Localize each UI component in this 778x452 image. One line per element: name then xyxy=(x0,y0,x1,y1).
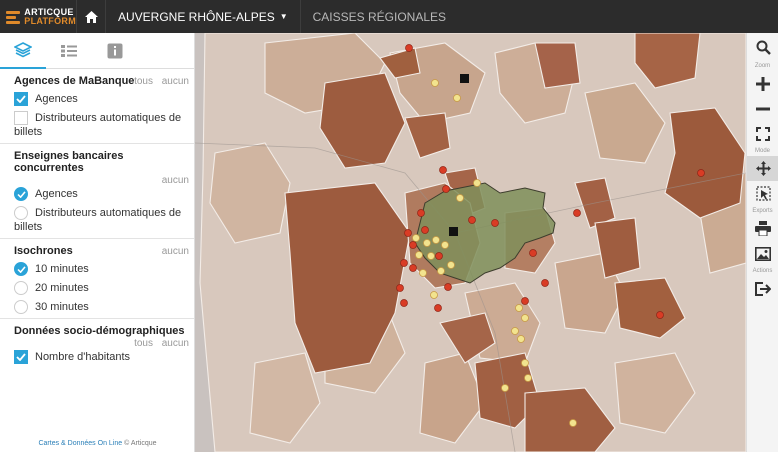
pan-mode-button[interactable] xyxy=(747,156,778,181)
layer-label: 10 minutes xyxy=(35,263,89,275)
layer-item-atms[interactable]: Distributeurs automatiques de billets xyxy=(14,111,189,139)
layer-radio[interactable] xyxy=(14,262,28,276)
plus-icon xyxy=(756,76,770,91)
layer-item-population[interactable]: Nombre d'habitants xyxy=(14,350,189,364)
articque-logo[interactable]: ARTICQUE PLATFORM xyxy=(0,0,76,33)
layer-radio[interactable] xyxy=(14,300,28,314)
tab-layers[interactable] xyxy=(0,33,46,69)
section-agencies: Agences de MaBanque tous aucun Agences D… xyxy=(0,69,194,144)
layer-radio[interactable] xyxy=(14,187,28,201)
select-icon xyxy=(755,186,771,201)
nav-link-regional-banks[interactable]: CAISSES RÉGIONALES xyxy=(301,0,458,33)
layer-label: 30 minutes xyxy=(35,301,89,313)
toolbar-group-mode: Mode xyxy=(754,148,770,154)
section-title: Enseignes bancaires concurrentes xyxy=(14,150,124,174)
layer-item-10-min[interactable]: 10 minutes xyxy=(14,262,189,276)
list-icon xyxy=(61,45,77,57)
toolbar-group-actions: Actions xyxy=(752,268,773,274)
fullscreen-button[interactable] xyxy=(747,121,778,146)
check-icon xyxy=(16,353,26,361)
map-credits: Cartes & Données On Line © Articque xyxy=(0,440,195,447)
expand-icon xyxy=(756,126,770,141)
zoom-in-button[interactable] xyxy=(747,71,778,96)
logo-mark-icon xyxy=(6,8,21,26)
info-icon xyxy=(107,43,123,59)
credits-copyright: © Articque xyxy=(124,440,157,447)
toolbar-group-zoom: Zoom xyxy=(754,63,771,69)
print-icon xyxy=(755,221,771,236)
caret-down-icon: ▼ xyxy=(279,12,288,21)
check-icon xyxy=(16,190,26,198)
select-all-link[interactable]: tous xyxy=(134,76,153,87)
tab-legend[interactable] xyxy=(46,33,92,69)
layer-radio[interactable] xyxy=(14,281,28,295)
export-image-button[interactable] xyxy=(747,241,778,266)
layer-checkbox[interactable] xyxy=(14,92,28,106)
layer-label: Distributeurs automatiques de billets xyxy=(14,112,182,138)
layer-checkbox[interactable] xyxy=(14,350,28,364)
region-dropdown-label: AUVERGNE RHÔNE-ALPES xyxy=(118,9,275,24)
layers-icon xyxy=(14,42,32,58)
layer-label: Distributeurs automatiques de billets xyxy=(14,207,182,233)
image-icon xyxy=(755,246,771,261)
section-demographics: Données socio-démographiques tous aucun … xyxy=(0,319,194,368)
zoom-out-button[interactable] xyxy=(747,96,778,121)
layer-item-30-min[interactable]: 30 minutes xyxy=(14,300,189,314)
section-isochrones: Isochrones aucun 10 minutes 20 minutes 3… xyxy=(0,239,194,319)
tab-info[interactable] xyxy=(92,33,138,69)
top-bar: ARTICQUE PLATFORM AUVERGNE RHÔNE-ALPES ▼… xyxy=(0,0,778,33)
select-none-link[interactable]: aucun xyxy=(162,246,189,257)
section-competitors: Enseignes bancaires concurrentes aucun A… xyxy=(0,144,194,239)
minus-icon xyxy=(756,107,770,110)
print-button[interactable] xyxy=(747,216,778,241)
map-toolbar: Zoom Mode Exports Actions xyxy=(746,33,778,452)
search-icon xyxy=(756,40,771,55)
select-all-link[interactable]: tous xyxy=(134,338,153,349)
exit-icon xyxy=(755,281,771,296)
layer-label: Agences xyxy=(35,93,78,105)
move-icon xyxy=(755,161,771,176)
layer-item-competitor-agencies[interactable]: Agences xyxy=(14,187,189,201)
select-none-link[interactable]: aucun xyxy=(162,76,189,87)
check-icon xyxy=(16,265,26,273)
section-title: Données socio-démographiques xyxy=(14,325,185,337)
select-none-link[interactable]: aucun xyxy=(162,175,189,186)
panel-tabs xyxy=(0,33,194,69)
layer-item-competitor-atms[interactable]: Distributeurs automatiques de billets xyxy=(14,206,189,234)
check-icon xyxy=(16,95,26,103)
exit-button[interactable] xyxy=(747,276,778,301)
region-dropdown[interactable]: AUVERGNE RHÔNE-ALPES ▼ xyxy=(106,0,301,33)
choropleth-map[interactable] xyxy=(195,33,746,452)
layer-label: 20 minutes xyxy=(35,282,89,294)
credits-brand-link[interactable]: Cartes & Données On Line xyxy=(38,440,122,447)
home-button[interactable] xyxy=(76,0,106,33)
layer-item-agencies[interactable]: Agences xyxy=(14,92,189,106)
select-mode-button[interactable] xyxy=(747,181,778,206)
logo-text-bottom: PLATFORM xyxy=(24,15,76,26)
layers-panel: Agences de MaBanque tous aucun Agences D… xyxy=(0,33,195,452)
layer-label: Nombre d'habitants xyxy=(35,351,131,363)
layer-item-20-min[interactable]: 20 minutes xyxy=(14,281,189,295)
toolbar-group-exports: Exports xyxy=(752,208,773,214)
map-canvas[interactable] xyxy=(195,33,746,452)
select-none-link[interactable]: aucun xyxy=(162,338,189,349)
layer-label: Agences xyxy=(35,188,78,200)
home-icon xyxy=(84,10,98,23)
search-button[interactable] xyxy=(747,33,778,61)
